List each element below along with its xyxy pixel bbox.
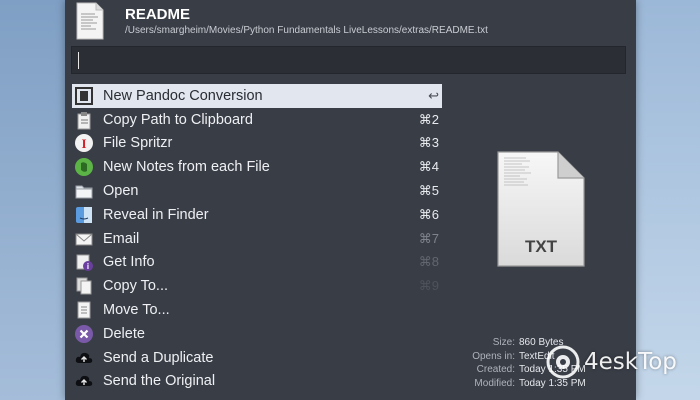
document-icon (76, 2, 104, 40)
finder-icon (74, 205, 94, 225)
shortcut-key: ⌘5 (418, 183, 439, 199)
file-type-label: TXT (525, 237, 558, 256)
search-input[interactable] (71, 46, 626, 74)
action-item-delete[interactable]: Delete (72, 322, 442, 346)
file-header: README /Users/smargheim/Movies/Python Fu… (75, 2, 625, 42)
launcher-panel: README /Users/smargheim/Movies/Python Fu… (65, 0, 636, 400)
evernote-icon (74, 157, 94, 177)
desktop-background-left (0, 0, 65, 400)
action-label: New Pandoc Conversion (103, 87, 263, 104)
action-label: New Notes from each File (103, 159, 270, 176)
action-item-open[interactable]: Open ⌘5 (72, 179, 442, 203)
action-item-copy-path[interactable]: Copy Path to Clipboard ⌘2 (72, 108, 442, 132)
action-item-email[interactable]: Email ⌘7 (72, 227, 442, 251)
action-item-file-spritzr[interactable]: I File Spritzr ⌘3 (72, 132, 442, 156)
action-label: Copy To... (103, 278, 169, 295)
action-label: Reveal in Finder (103, 206, 209, 223)
pandoc-icon (74, 86, 94, 106)
action-label: Send the Original (103, 373, 216, 390)
info-key: Created: (476, 364, 515, 376)
copy-icon (74, 276, 94, 296)
text-caret (78, 52, 79, 69)
file-preview-icon: TXT (497, 151, 585, 267)
desktop-background-right (636, 0, 700, 400)
shortcut-key: ⌘8 (418, 254, 439, 270)
shortcut-key: ⌘9 (418, 278, 439, 294)
spritzr-icon: I (74, 133, 94, 153)
action-item-get-info[interactable]: i Get Info ⌘8 (72, 251, 442, 275)
shortcut-key: ⌘4 (418, 159, 439, 175)
action-item-new-pandoc-conversion[interactable]: New Pandoc Conversion ↩ (72, 84, 442, 108)
action-item-reveal-in-finder[interactable]: Reveal in Finder ⌘6 (72, 203, 442, 227)
info-key: Opens in: (472, 350, 515, 362)
shortcut-return-key: ↩ (428, 87, 439, 103)
action-label: Get Info (103, 254, 155, 271)
action-label: File Spritzr (103, 135, 173, 152)
watermark-logo-icon (546, 345, 580, 379)
action-item-send-duplicate[interactable]: Send a Duplicate (72, 346, 442, 370)
info-icon: i (74, 252, 94, 272)
action-list: New Pandoc Conversion ↩ Copy Path to Cli… (72, 84, 442, 393)
cloud-upload-icon (74, 371, 94, 391)
folder-icon (74, 181, 94, 201)
action-label: Open (103, 183, 139, 200)
action-item-move-to[interactable]: Move To... (72, 298, 442, 322)
watermark: 4eskTop (546, 342, 677, 382)
file-path: /Users/smargheim/Movies/Python Fundament… (125, 25, 488, 36)
cloud-upload-icon (74, 348, 94, 368)
shortcut-key: ⌘6 (418, 206, 439, 222)
clipboard-icon (74, 110, 94, 130)
action-label: Move To... (103, 302, 170, 319)
action-item-new-notes[interactable]: New Notes from each File ⌘4 (72, 155, 442, 179)
envelope-icon (74, 229, 94, 249)
file-title: README (125, 6, 191, 23)
action-label: Copy Path to Clipboard (103, 111, 253, 128)
action-label: Delete (103, 325, 145, 342)
info-key: Modified: (474, 377, 515, 389)
svg-text:I: I (81, 136, 86, 151)
action-label: Email (103, 230, 140, 247)
shortcut-key: ⌘2 (418, 111, 439, 127)
svg-text:i: i (87, 262, 89, 271)
shortcut-key: ⌘7 (418, 230, 439, 246)
delete-icon (74, 324, 94, 344)
action-item-send-original[interactable]: Send the Original (72, 370, 442, 394)
move-icon (74, 300, 94, 320)
action-item-copy-to[interactable]: Copy To... ⌘9 (72, 274, 442, 298)
watermark-text: 4eskTop (584, 349, 677, 375)
shortcut-key: ⌘3 (418, 135, 439, 151)
action-label: Send a Duplicate (103, 349, 214, 366)
info-key: Size: (492, 337, 515, 348)
